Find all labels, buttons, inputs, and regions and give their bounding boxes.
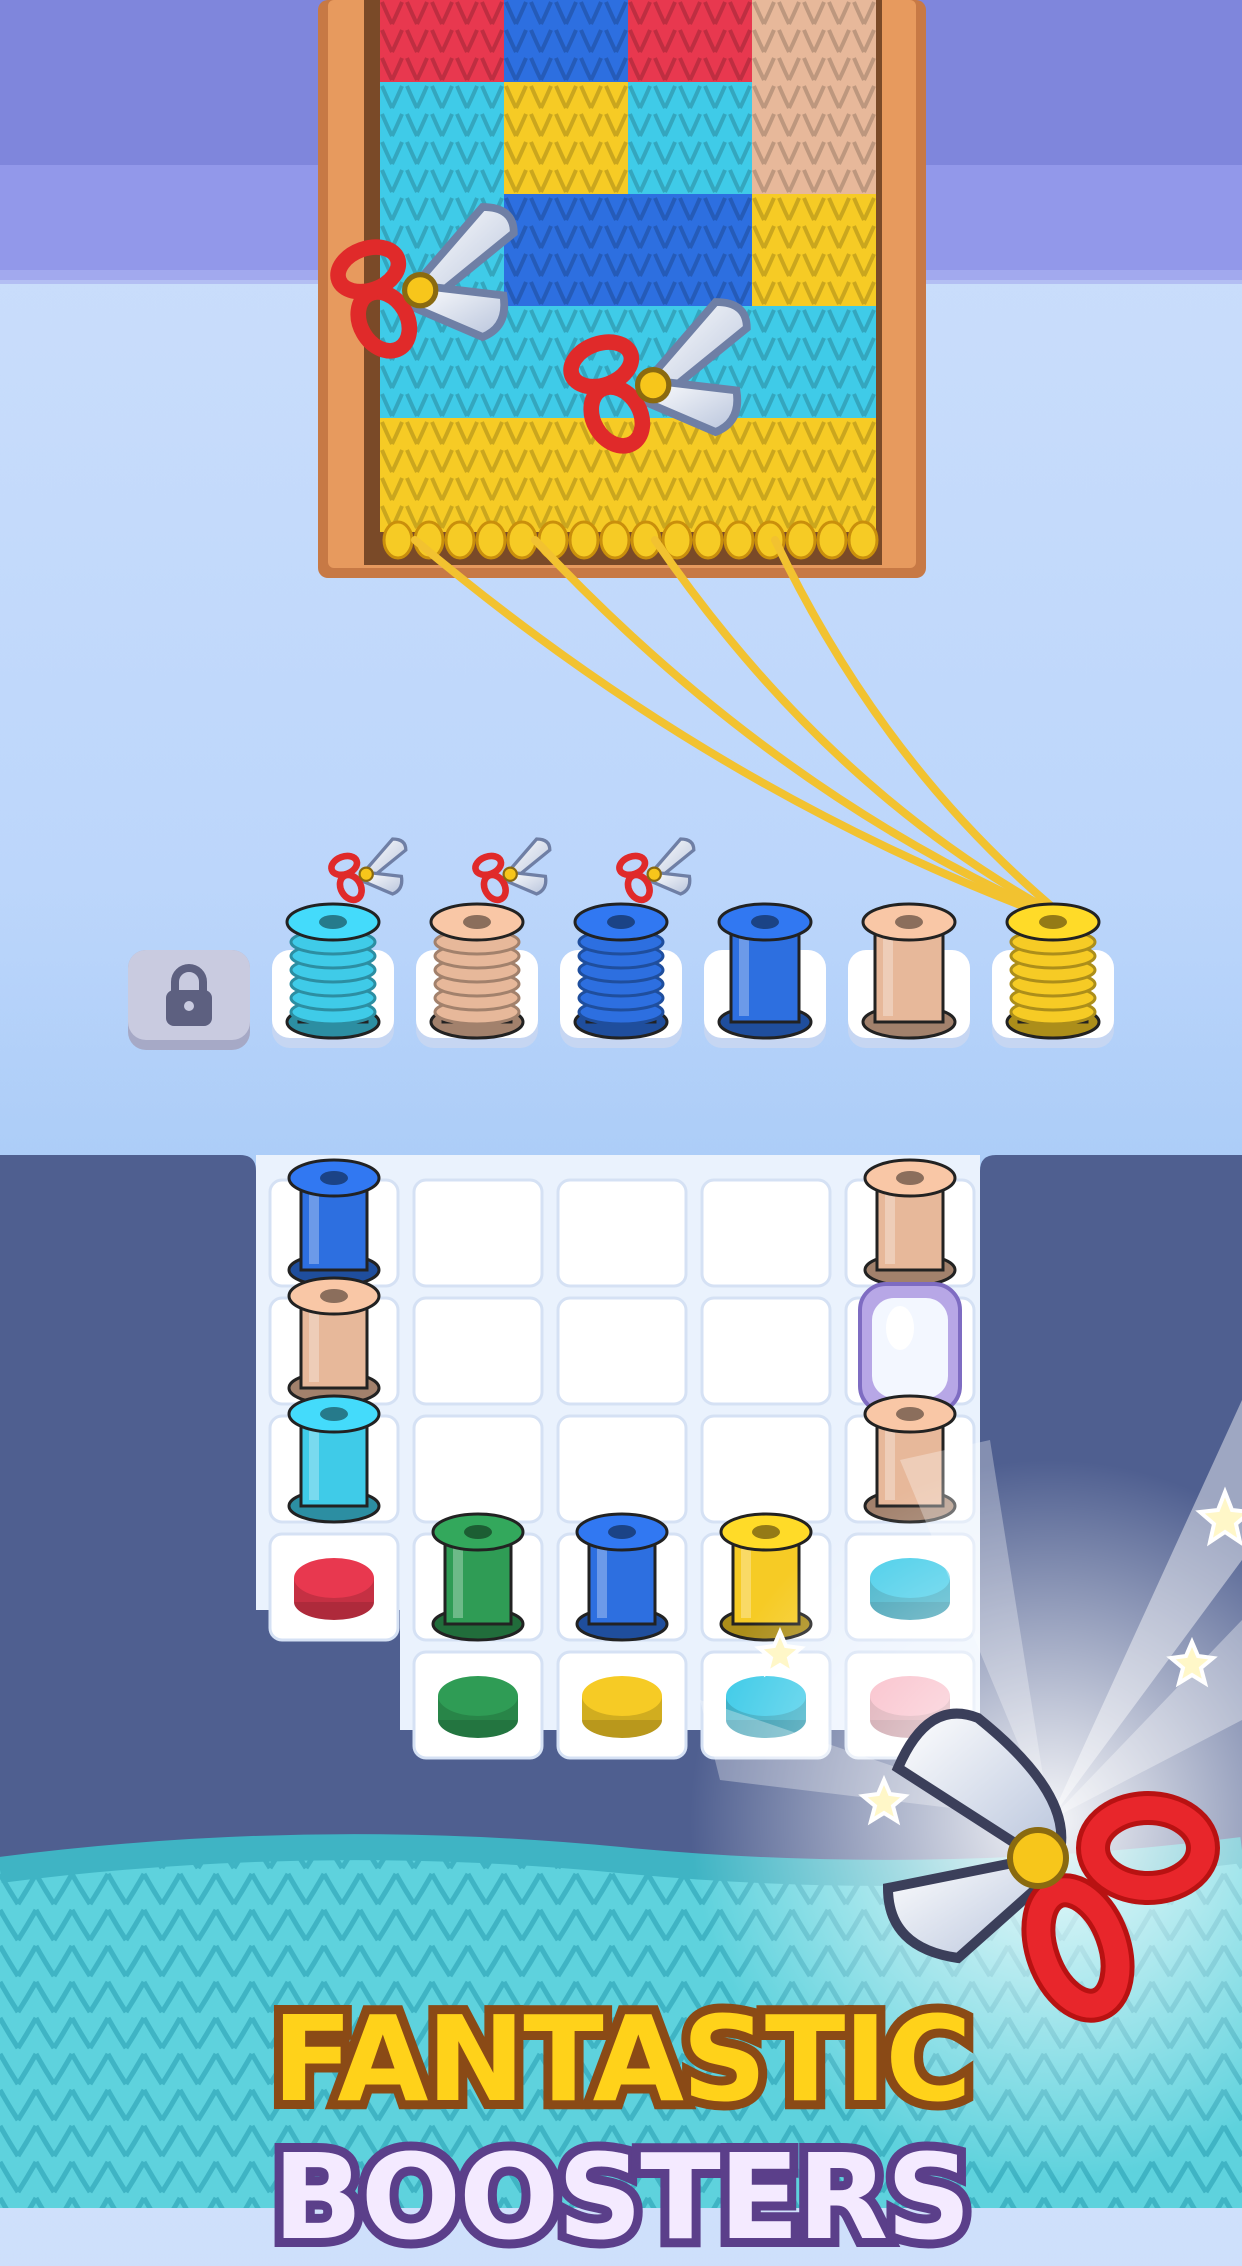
knit-cell <box>380 82 504 196</box>
knit-cell <box>752 0 876 84</box>
grid-tile[interactable] <box>556 1296 688 1406</box>
queue-slot[interactable] <box>848 902 970 1048</box>
queue-slot[interactable] <box>272 839 406 1048</box>
yarn-loop <box>444 520 476 560</box>
knit-cell <box>504 194 628 308</box>
scissors-icon <box>617 839 694 904</box>
banner-word-boosters: BOOSTERS <box>264 2119 980 2266</box>
yellow-spool[interactable] <box>1005 902 1101 1040</box>
green-cap[interactable] <box>438 1676 518 1738</box>
queue-slot[interactable] <box>560 839 694 1048</box>
knit-cell <box>628 194 752 308</box>
grid-tile[interactable] <box>412 1178 544 1288</box>
queue-slot[interactable] <box>704 902 826 1048</box>
scissors-icon <box>473 839 550 904</box>
tan-spool[interactable] <box>863 1158 957 1288</box>
knit-cell <box>752 418 876 532</box>
tan-spool[interactable] <box>287 1276 381 1406</box>
yarn-loop <box>475 520 507 560</box>
grid-tile[interactable] <box>556 1178 688 1288</box>
cyan-spool[interactable] <box>285 902 381 1040</box>
grid-tile[interactable] <box>556 1414 688 1524</box>
grid-tile[interactable] <box>700 1178 832 1288</box>
yarn-loop <box>816 520 848 560</box>
yarn-loop <box>847 520 879 560</box>
tan-spool[interactable] <box>861 902 957 1040</box>
scissors-icon <box>329 839 406 904</box>
knit-cell <box>752 194 876 308</box>
yarn-loop <box>382 520 414 560</box>
knit-cell <box>752 306 876 420</box>
blue-spool[interactable] <box>573 902 669 1040</box>
blue-spool[interactable] <box>717 902 813 1040</box>
yarn-loop <box>568 520 600 560</box>
knit-cell <box>380 418 504 532</box>
blue-spool[interactable] <box>575 1512 669 1642</box>
promo-banner: FANTASTIC BOOSTERS <box>0 1981 1242 2266</box>
queue-slot[interactable] <box>416 839 550 1048</box>
yarn-strands <box>411 536 1054 909</box>
grid-tile[interactable] <box>412 1414 544 1524</box>
yarn-loop <box>723 520 755 560</box>
knit-cell <box>380 0 504 84</box>
grid-tile[interactable] <box>700 1414 832 1524</box>
knit-cell <box>628 82 752 196</box>
yarn-loop <box>599 520 631 560</box>
queue-slot[interactable] <box>992 902 1114 1048</box>
tan-spool[interactable] <box>429 902 525 1040</box>
yellow-cap[interactable] <box>582 1676 662 1738</box>
glass-box-icon[interactable] <box>858 1282 962 1414</box>
grid-tile[interactable] <box>700 1296 832 1406</box>
knit-cell <box>752 82 876 196</box>
grid-tile[interactable] <box>412 1296 544 1406</box>
yarn-loop <box>692 520 724 560</box>
cyan-spool[interactable] <box>287 1394 381 1524</box>
red-cap[interactable] <box>294 1558 374 1620</box>
knit-cell <box>504 82 628 196</box>
game-scene <box>0 0 1242 2208</box>
queue-slot[interactable] <box>128 950 250 1050</box>
green-spool[interactable] <box>431 1512 525 1642</box>
yarn-loop <box>785 520 817 560</box>
banner-word-fantastic: FANTASTIC <box>263 1981 981 2137</box>
blue-spool[interactable] <box>287 1158 381 1288</box>
knit-cell <box>504 0 628 84</box>
knit-cell <box>628 0 752 84</box>
